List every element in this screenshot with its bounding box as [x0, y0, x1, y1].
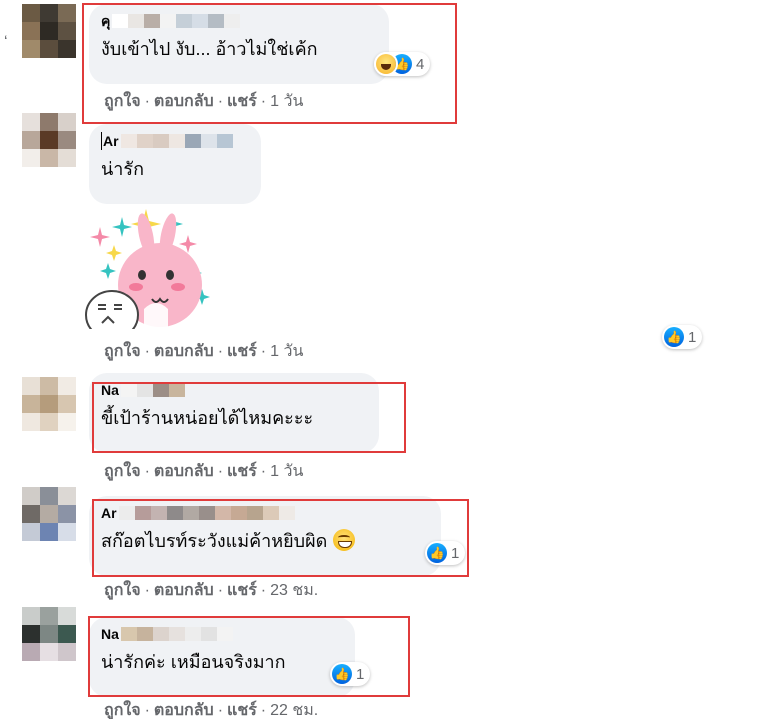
comment-time[interactable]: 1 วัน	[270, 343, 303, 360]
comment-time[interactable]: 1 วัน	[270, 93, 303, 110]
reaction-count: 4	[416, 55, 425, 73]
share-link[interactable]: แชร์	[227, 93, 257, 110]
reply-link[interactable]: ตอบกลับ	[154, 463, 214, 480]
like-icon: 👍	[664, 327, 684, 347]
comment-text: น่ารักค่ะ เหมือนจริงมาก	[101, 652, 286, 672]
comment-text: งับเข้าไป งับ... อ้าวไม่ใช่เค้ก	[101, 39, 318, 59]
comment-author[interactable]: Ar	[101, 132, 249, 150]
share-link[interactable]: แชร์	[227, 702, 257, 719]
white-blob-icon	[85, 290, 139, 329]
reply-link[interactable]: ตอบกลับ	[154, 702, 214, 719]
reaction-summary[interactable]: 👍 4	[374, 52, 431, 76]
avatar[interactable]	[22, 4, 76, 58]
comment-author[interactable]: Na	[101, 381, 367, 399]
share-link[interactable]: แชร์	[227, 343, 257, 360]
comment-time[interactable]: 1 วัน	[270, 463, 303, 480]
redacted-name	[112, 14, 241, 28]
reply-link[interactable]: ตอบกลับ	[154, 582, 214, 599]
redacted-name	[120, 134, 233, 148]
like-icon: 👍	[332, 664, 352, 684]
comment-actions: ถูกใจ · ตอบกลับ · แชร์ · 1 วัน	[104, 343, 304, 360]
like-link[interactable]: ถูกใจ	[104, 93, 141, 110]
reply-link[interactable]: ตอบกลับ	[154, 93, 214, 110]
avatar[interactable]	[22, 113, 76, 167]
reaction-summary[interactable]: 👍 1	[330, 662, 371, 686]
like-icon: 👍	[427, 543, 447, 563]
comment-bubble: Na ขี้เป้าร้านหน่อยได้ไหมคะะะ	[89, 373, 379, 453]
redacted-name	[118, 506, 295, 520]
grinning-sweat-emoji	[333, 529, 356, 551]
comment-actions: ถูกใจ · ตอบกลับ · แชร์ · 1 วัน	[104, 463, 304, 480]
reaction-summary[interactable]: 👍 1	[662, 325, 703, 349]
avatar[interactable]	[22, 377, 76, 431]
reaction-count: 1	[688, 328, 697, 346]
comment-actions: ถูกใจ · ตอบกลับ · แชร์ · 1 วัน	[104, 93, 304, 110]
comment-text: สก๊อตไบรท์ระวังแม่ค้าหยิบผิด	[101, 528, 429, 554]
comment-author[interactable]: Ar	[101, 504, 429, 522]
comment-bubble: คุ งับเข้าไป งับ... อ้าวไม่ใช่เค้ก	[89, 4, 389, 84]
reaction-summary[interactable]: 👍 1	[425, 541, 466, 565]
reply-link[interactable]: ตอบกลับ	[154, 343, 214, 360]
comment-actions: ถูกใจ · ตอบกลับ · แชร์ · 23 ชม.	[104, 582, 319, 599]
avatar[interactable]	[22, 607, 76, 661]
share-link[interactable]: แชร์	[227, 582, 257, 599]
like-link[interactable]: ถูกใจ	[104, 582, 141, 599]
comment-author[interactable]: คุ	[101, 12, 377, 30]
comment-bubble: Ar น่ารัก	[89, 124, 261, 204]
comment-author[interactable]: Na	[101, 625, 343, 643]
comment-actions: ถูกใจ · ตอบกลับ · แชร์ · 22 ชม.	[104, 702, 319, 719]
side-glyph: ʻ	[4, 34, 8, 51]
comment-bubble: Ar สก๊อตไบรท์ระวังแม่ค้าหยิบผิด	[89, 496, 441, 576]
comment-text: ขี้เป้าร้านหน่อยได้ไหมคะะะ	[101, 408, 314, 428]
like-link[interactable]: ถูกใจ	[104, 343, 141, 360]
text-cursor	[101, 132, 102, 150]
like-link[interactable]: ถูกใจ	[104, 463, 141, 480]
comment-bubble: Na น่ารักค่ะ เหมือนจริงมาก	[89, 617, 355, 697]
like-link[interactable]: ถูกใจ	[104, 702, 141, 719]
redacted-name	[120, 627, 233, 641]
comment-text: น่ารัก	[101, 159, 144, 179]
comment-time[interactable]: 22 ชม.	[270, 702, 318, 719]
redacted-name	[120, 383, 185, 397]
comment-thread: ʻ คุ งับเข้าไป งับ... อ้าวไม่ใช่เค้ก 👍 4…	[0, 0, 771, 719]
share-link[interactable]: แชร์	[227, 463, 257, 480]
reaction-count: 1	[356, 665, 365, 683]
haha-icon	[376, 54, 396, 74]
reaction-count: 1	[451, 544, 460, 562]
pink-rabbit-sticker[interactable]	[84, 205, 214, 329]
comment-time[interactable]: 23 ชม.	[270, 582, 318, 599]
avatar[interactable]	[22, 487, 76, 541]
